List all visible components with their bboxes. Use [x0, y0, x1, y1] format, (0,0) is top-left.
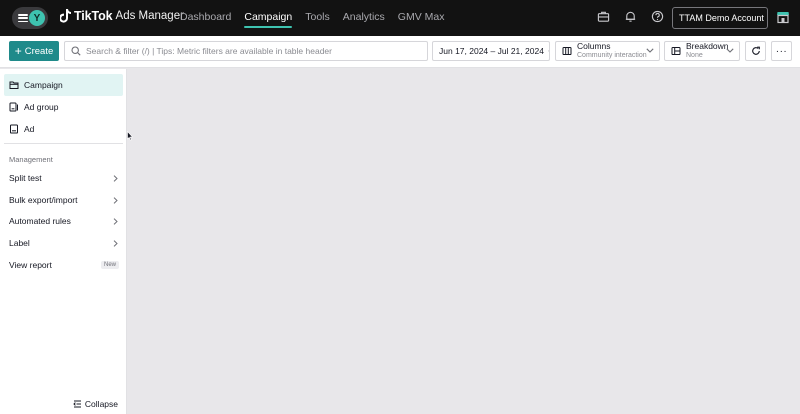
chevron-right-icon [113, 217, 118, 225]
chevron-right-icon [113, 174, 118, 182]
help-icon[interactable] [651, 10, 664, 23]
more-options-button[interactable]: ··· [771, 41, 792, 61]
sidebar-item-automated-rules[interactable]: Automated rules [9, 213, 119, 229]
columns-dropdown[interactable]: Columns Community interaction [555, 41, 660, 61]
date-range-text: Jun 17, 2024 – Jul 21, 2024 [439, 46, 544, 56]
nav-tools[interactable]: Tools [305, 0, 330, 36]
campaign-toolbar: + Create Jun 17, 2024 – Jul 21, 2024 Col… [0, 36, 800, 68]
breakdown-dropdown[interactable]: Breakdown None [664, 41, 740, 61]
nav-dashboard[interactable]: Dashboard [180, 0, 231, 36]
sidebar: Campaign Ad group Ad Management Split te… [0, 69, 127, 414]
chevron-right-icon [113, 196, 118, 204]
sidebar-item-label: Split test [9, 173, 42, 183]
tiktok-ads-manager-logo[interactable]: TikTok Ads Manager [60, 9, 184, 23]
chevron-down-icon [646, 48, 654, 53]
main-menu-button[interactable]: Y [12, 7, 48, 29]
sidebar-item-split-test[interactable]: Split test [9, 170, 119, 186]
bell-icon[interactable] [624, 10, 637, 23]
nav-gmv-max[interactable]: GMV Max [398, 0, 445, 36]
section-label-management: Management [9, 155, 53, 164]
new-badge: New [100, 261, 119, 269]
collapse-sidebar-button[interactable]: Collapse [73, 399, 118, 409]
tiktok-note-icon [60, 9, 71, 23]
breakdown-icon [671, 47, 681, 55]
collapse-label: Collapse [84, 399, 118, 409]
columns-icon [562, 47, 572, 55]
breakdown-value: None [686, 52, 703, 59]
folder-icon [9, 81, 19, 89]
account-name: TTAM Demo Account [679, 13, 764, 23]
header-icons [597, 10, 664, 23]
sidebar-item-label: Automated rules [9, 216, 71, 226]
columns-text: Columns Community interaction [577, 42, 647, 60]
columns-value: Community interaction [577, 52, 647, 59]
sidebar-item-label: Bulk export/import [9, 195, 78, 205]
sidebar-item-ad-group[interactable]: Ad group [4, 96, 123, 118]
sidebar-item-label: View report [9, 260, 52, 270]
ad-icon [10, 124, 18, 134]
product-name: Ads Manager [115, 10, 184, 22]
columns-label: Columns [577, 41, 611, 51]
date-range-picker[interactable]: Jun 17, 2024 – Jul 21, 2024 [432, 41, 550, 61]
search-filter-field[interactable] [64, 41, 428, 61]
sidebar-item-ad[interactable]: Ad [4, 118, 123, 140]
sidebar-item-label: Campaign [24, 80, 63, 90]
account-switcher[interactable]: TTAM Demo Account [672, 7, 768, 29]
breakdown-text: Breakdown None [686, 42, 729, 60]
plus-icon: + [14, 43, 22, 58]
sidebar-item-view-report[interactable]: View report New [9, 257, 119, 273]
hamburger-icon [18, 14, 28, 22]
avatar: Y [29, 10, 45, 26]
mouse-pointer-icon [127, 131, 133, 141]
calendar-icon [547, 50, 549, 52]
briefcase-icon[interactable] [597, 10, 610, 23]
sidebar-item-bulk-export-import[interactable]: Bulk export/import [9, 192, 119, 208]
sidebar-item-label: Label [9, 238, 30, 248]
main-nav: Dashboard Campaign Tools Analytics GMV M… [180, 0, 457, 36]
refresh-icon [751, 46, 760, 55]
breakdown-label: Breakdown [686, 41, 729, 51]
create-button[interactable]: + Create [9, 41, 59, 61]
brand-name: TikTok [74, 9, 113, 23]
collapse-icon [73, 400, 81, 408]
sidebar-item-label: Ad [24, 124, 35, 134]
search-icon [71, 46, 81, 56]
create-label: Create [24, 45, 54, 57]
chevron-right-icon [113, 239, 118, 247]
sidebar-divider [4, 143, 123, 144]
chevron-down-icon [726, 48, 734, 53]
sidebar-item-campaign[interactable]: Campaign [4, 74, 123, 96]
shop-icon[interactable] [776, 10, 790, 24]
top-navigation-bar: Y TikTok Ads Manager Dashboard Campaign … [0, 0, 800, 36]
search-input[interactable] [86, 46, 416, 56]
sidebar-item-label-manager[interactable]: Label [9, 235, 119, 251]
sidebar-item-label: Ad group [24, 102, 59, 112]
refresh-button[interactable] [745, 41, 766, 61]
ad-group-icon [9, 102, 18, 112]
nav-campaign[interactable]: Campaign [244, 0, 292, 36]
nav-analytics[interactable]: Analytics [343, 0, 385, 36]
